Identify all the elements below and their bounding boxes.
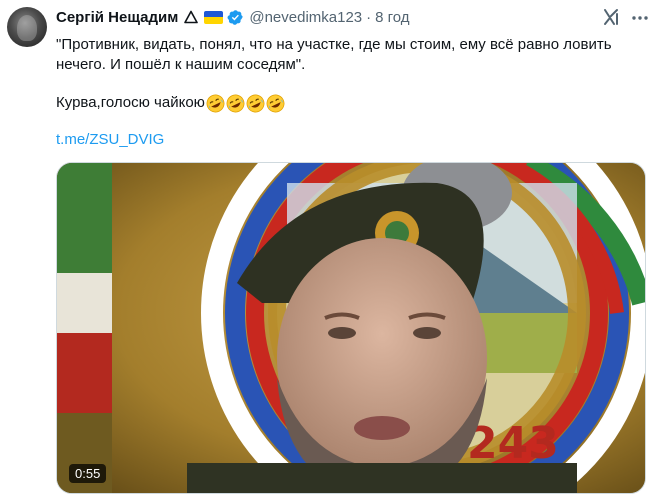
separator-dot: ·: [366, 8, 372, 26]
tweet-comment: Курва,голосю чайкою: [56, 93, 646, 113]
tweet-text-line1: "Противник, видать, понял, что на участк…: [56, 36, 612, 53]
emoji-group: [206, 94, 286, 113]
rolling-laughing-emoji-icon: [246, 94, 265, 112]
rolling-laughing-emoji-icon: [266, 94, 285, 112]
grok-icon[interactable]: [601, 7, 621, 27]
tweet-comment-text: Курва,голосю чайкою: [56, 94, 205, 111]
video-player[interactable]: 243 0:55: [56, 162, 646, 494]
author-handle[interactable]: @nevedimka123: [249, 9, 362, 26]
rolling-laughing-emoji-icon: [206, 94, 225, 112]
verified-badge-icon[interactable]: [227, 9, 244, 26]
delta-icon: [184, 10, 199, 24]
more-options-icon[interactable]: [631, 10, 649, 26]
rolling-laughing-emoji-icon: [226, 94, 245, 112]
video-duration: 0:55: [69, 464, 107, 483]
telegram-link[interactable]: t.me/ZSU_DVIG: [56, 131, 164, 148]
author-avatar[interactable]: [7, 7, 47, 47]
tweet-timestamp[interactable]: 8 год: [375, 9, 409, 26]
ukraine-flag-icon: [204, 10, 224, 24]
tweet-text-line2: нечего. И пошёл к нашим соседям".: [56, 56, 306, 73]
video-thumbnail: 243: [57, 163, 645, 493]
tweet-header: Сергій Нещадим @nevedimka123 · 8 год: [56, 7, 410, 27]
author-display-name[interactable]: Сергій Нещадим: [56, 9, 178, 26]
svg-text:243: 243: [467, 418, 559, 469]
